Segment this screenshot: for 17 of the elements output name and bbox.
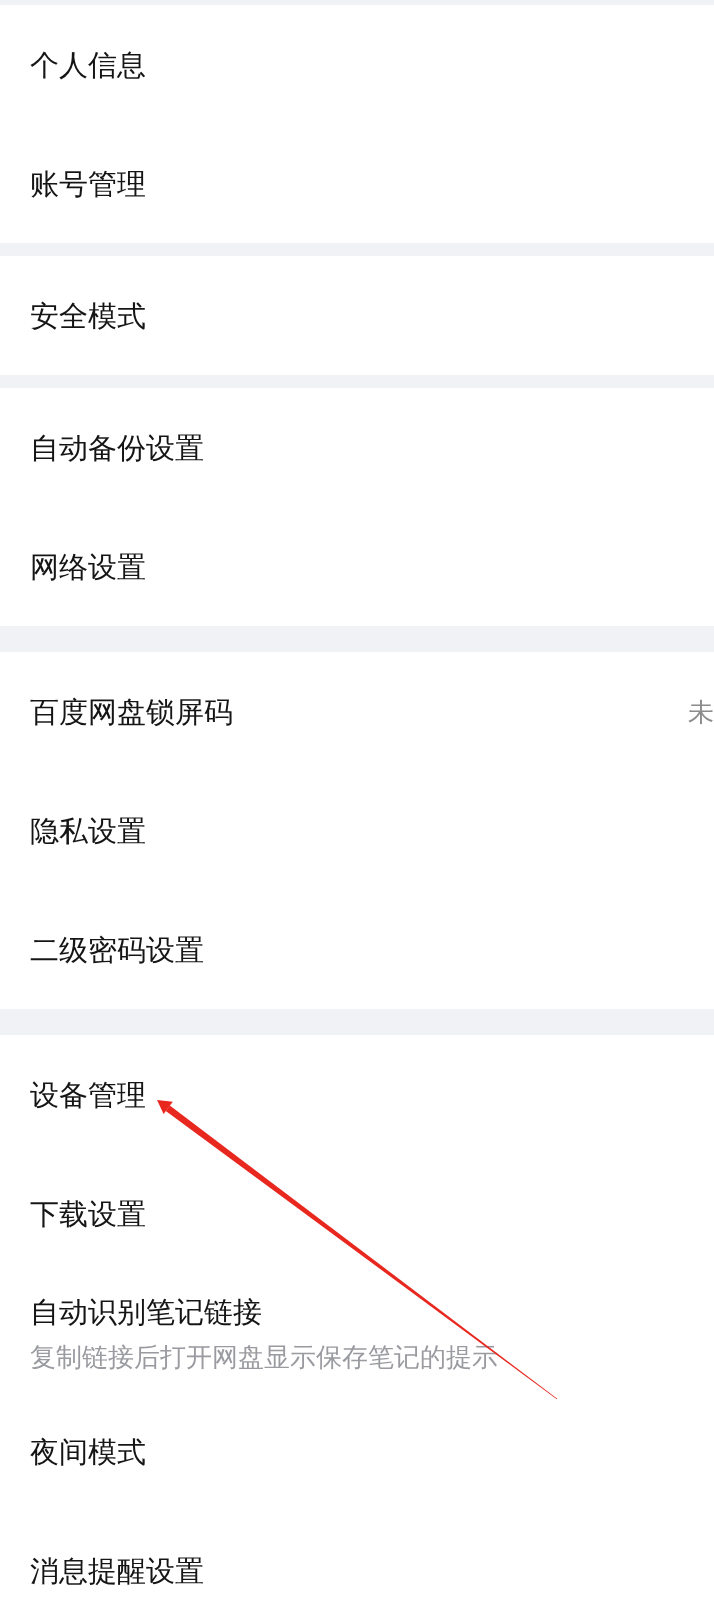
settings-row[interactable]: 隐私设置 (0, 771, 714, 890)
item-description: 复制链接后打开网盘显示保存笔记的提示 (30, 1340, 498, 1374)
settings-row[interactable]: 自动识别笔记链接 复制链接后打开网盘显示保存笔记的提示 (0, 1273, 714, 1392)
settings-row[interactable]: 网络设置 (0, 507, 714, 626)
settings-row[interactable]: 夜间模式 (0, 1392, 714, 1511)
settings-row[interactable]: 设备管理 (0, 1035, 714, 1154)
settings-row[interactable]: 消息提醒设置 (0, 1511, 714, 1600)
item-title: 自动识别笔记链接 (30, 1294, 263, 1330)
settings-row[interactable]: 个人信息 (0, 5, 714, 124)
status-value: 未 (688, 695, 714, 729)
settings-row[interactable]: 账号管理 (0, 124, 714, 243)
settings-row[interactable]: 二级密码设置 (0, 890, 714, 1009)
settings-row[interactable]: 下载设置 (0, 1154, 714, 1273)
settings-row[interactable]: 自动备份设置 (0, 388, 714, 507)
item-title: 百度网盘锁屏码 (30, 694, 233, 730)
settings-row[interactable]: 百度网盘锁屏码 未 (0, 652, 714, 771)
settings-row[interactable]: 安全模式 (0, 256, 714, 375)
